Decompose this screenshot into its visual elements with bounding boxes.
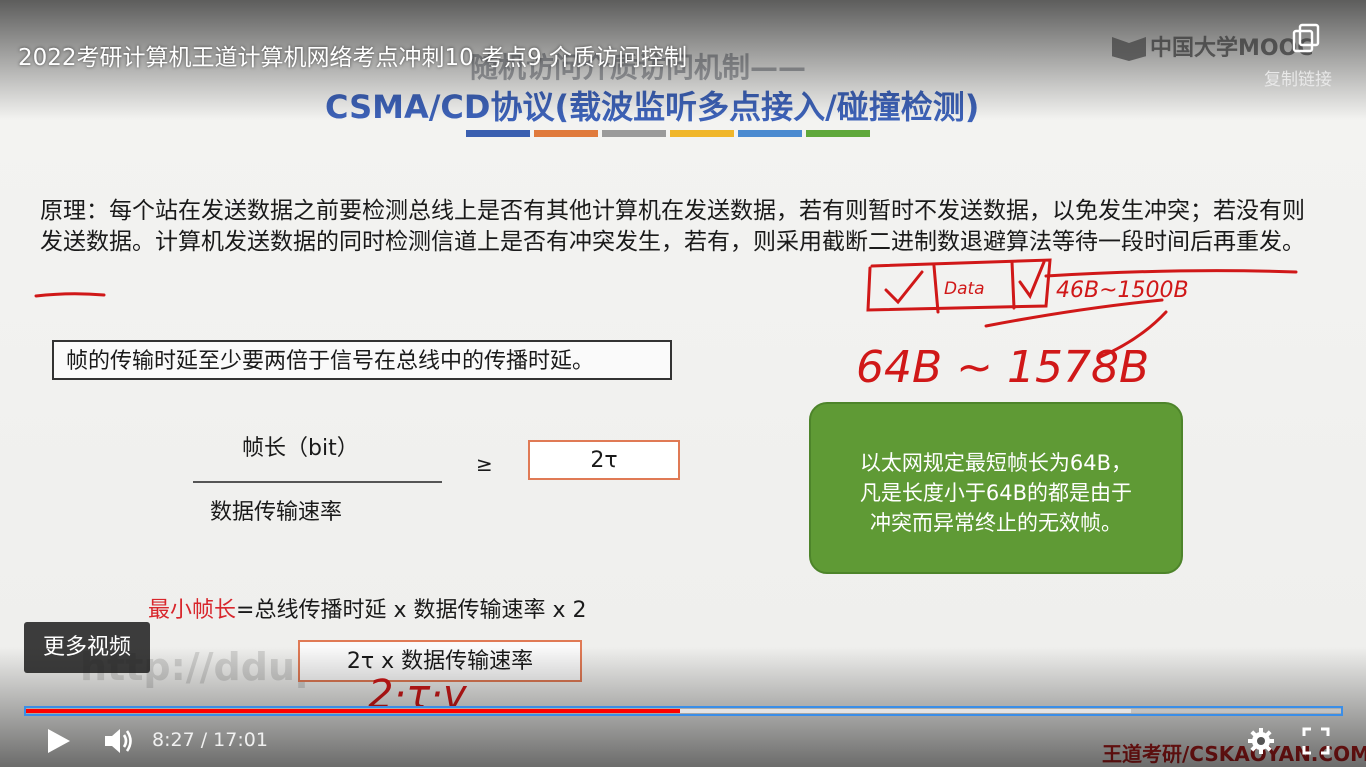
title-color-bar-5 — [738, 130, 802, 137]
geq-symbol: ≥ — [476, 452, 493, 476]
title-color-bar-4 — [670, 130, 734, 137]
range-bottom-ink: 64B ~ 1578B — [856, 342, 1149, 393]
ethernet-note-line-1: 以太网规定最短帧长为64B， — [859, 451, 1133, 475]
time-separator: / — [194, 729, 214, 751]
fraction-numerator: 帧长（bit） — [242, 436, 359, 461]
copy-link-label[interactable]: 复制链接 — [1264, 65, 1332, 90]
formula-highlight: 最小帧长 — [148, 598, 237, 623]
current-time: 8:27 — [152, 729, 195, 751]
ethernet-note-line-2: 凡是长度小于64B的都是由于 — [859, 481, 1133, 505]
arrow-line-ink — [984, 298, 1164, 328]
lecture-slide: 随机访问介质访问机制—— CSMA/CD协议(载波监听多点接入/碰撞检测) 原理… — [0, 0, 1366, 767]
ethernet-note-box: 以太网规定最短帧长为64B， 凡是长度小于64B的都是由于 冲突而异常终止的无效… — [809, 402, 1183, 574]
formula-box: 2τ x 数据传输速率 — [298, 640, 582, 682]
min-frame-formula: 最小帧长=总线传播时延 x 数据传输速率 x 2 — [148, 592, 586, 624]
video-title[interactable]: 2022考研计算机王道计算机网络考点冲刺10 考点9 介质访问控制 — [18, 38, 687, 72]
copy-link-icon[interactable] — [1290, 22, 1322, 54]
settings-gear-icon[interactable] — [1247, 727, 1275, 755]
tau-box: 2τ — [528, 440, 680, 480]
more-videos-button[interactable]: 更多视频 — [24, 622, 150, 673]
range-top-line-ink — [1044, 269, 1298, 278]
fraction-denominator: 数据传输速率 — [210, 500, 343, 525]
title-color-bar-2 — [534, 130, 598, 137]
rule-box: 帧的传输时延至少要两倍于信号在总线中的传播时延。 — [52, 340, 672, 380]
progress-bar[interactable] — [24, 706, 1343, 716]
play-icon[interactable] — [46, 727, 72, 755]
progress-focus-outline — [24, 706, 1343, 716]
time-display: 8:27 / 17:01 — [152, 729, 268, 751]
principle-text: 原理：每个站在发送数据之前要检测总线上是否有其他计算机在发送数据，若有则暂时不发… — [40, 198, 1305, 255]
fraction-line — [193, 481, 442, 483]
book-logo-icon — [1112, 37, 1146, 61]
ethernet-note-line-3: 冲突而异常终止的无效帧。 — [870, 511, 1122, 535]
volume-icon[interactable] — [103, 726, 137, 756]
video-player[interactable]: 随机访问介质访问机制—— CSMA/CD协议(载波监听多点接入/碰撞检测) 原理… — [0, 0, 1366, 767]
title-color-bar-1 — [466, 130, 530, 137]
title-color-bar-6 — [806, 130, 870, 137]
duration: 17:01 — [213, 729, 268, 751]
frame-label-ink: Data — [944, 279, 985, 299]
principle-underline-ink — [34, 292, 106, 298]
mooc-logo: 中国大学MOOC — [1112, 30, 1313, 62]
frame-check-ink-2 — [1018, 260, 1046, 300]
fullscreen-icon[interactable] — [1302, 727, 1330, 755]
slide-title-line2: CSMA/CD协议(载波监听多点接入/碰撞检测) — [325, 88, 980, 126]
range-top-ink: 46B~1500B — [1056, 278, 1189, 303]
title-color-bar-3 — [602, 130, 666, 137]
formula-rest: =总线传播时延 x 数据传输速率 x 2 — [236, 598, 587, 623]
arrow-line-ink-2 — [1096, 310, 1168, 360]
frame-check-ink-1 — [884, 270, 924, 305]
frame-diagram-ink — [866, 258, 1052, 314]
logo-text: 中国大学MOOC — [1150, 36, 1314, 61]
